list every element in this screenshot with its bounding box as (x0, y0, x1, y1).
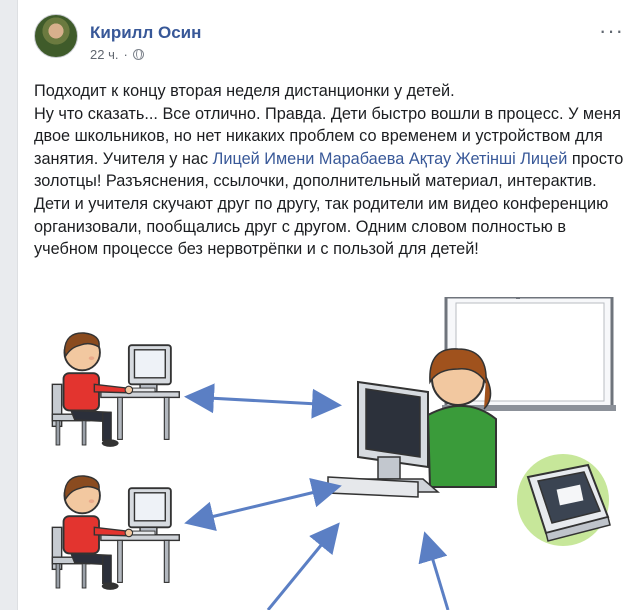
post-image[interactable] (18, 297, 640, 610)
meta-separator: · (123, 47, 128, 62)
post-card: Кирилл Осин 22 ч. · ··· Подходит к концу… (17, 0, 640, 610)
post-meta: 22 ч. · (90, 47, 144, 62)
school-link[interactable]: Лицей Имени Марабаева Ақтау Жетінші Лице… (213, 150, 568, 168)
teacher-figure (426, 348, 497, 488)
post-timestamp[interactable]: 22 ч. (90, 47, 118, 62)
arrow-student-2 (184, 478, 342, 531)
author-name[interactable]: Кирилл Осин (90, 23, 201, 43)
post-body: Подходит к концу вторая неделя дистанцио… (34, 80, 624, 261)
student-1-figure (51, 332, 181, 448)
author-avatar[interactable] (34, 14, 78, 58)
arrow-bottom-right (418, 531, 450, 610)
post-line-1: Подходит к концу вторая неделя дистанцио… (34, 82, 455, 100)
arrow-student-1 (184, 383, 342, 419)
post-header: Кирилл Осин 22 ч. · ··· (34, 14, 624, 62)
scanner-illustration (517, 454, 611, 546)
arrow-bottom-left (266, 522, 340, 610)
more-options-icon[interactable]: ··· (599, 20, 624, 42)
student-2-figure (51, 475, 181, 591)
globe-icon[interactable] (132, 49, 144, 60)
teacher-computer (327, 380, 441, 498)
post-paragraph: Ну что сказать... Все отлично. Правда. Д… (34, 103, 624, 261)
